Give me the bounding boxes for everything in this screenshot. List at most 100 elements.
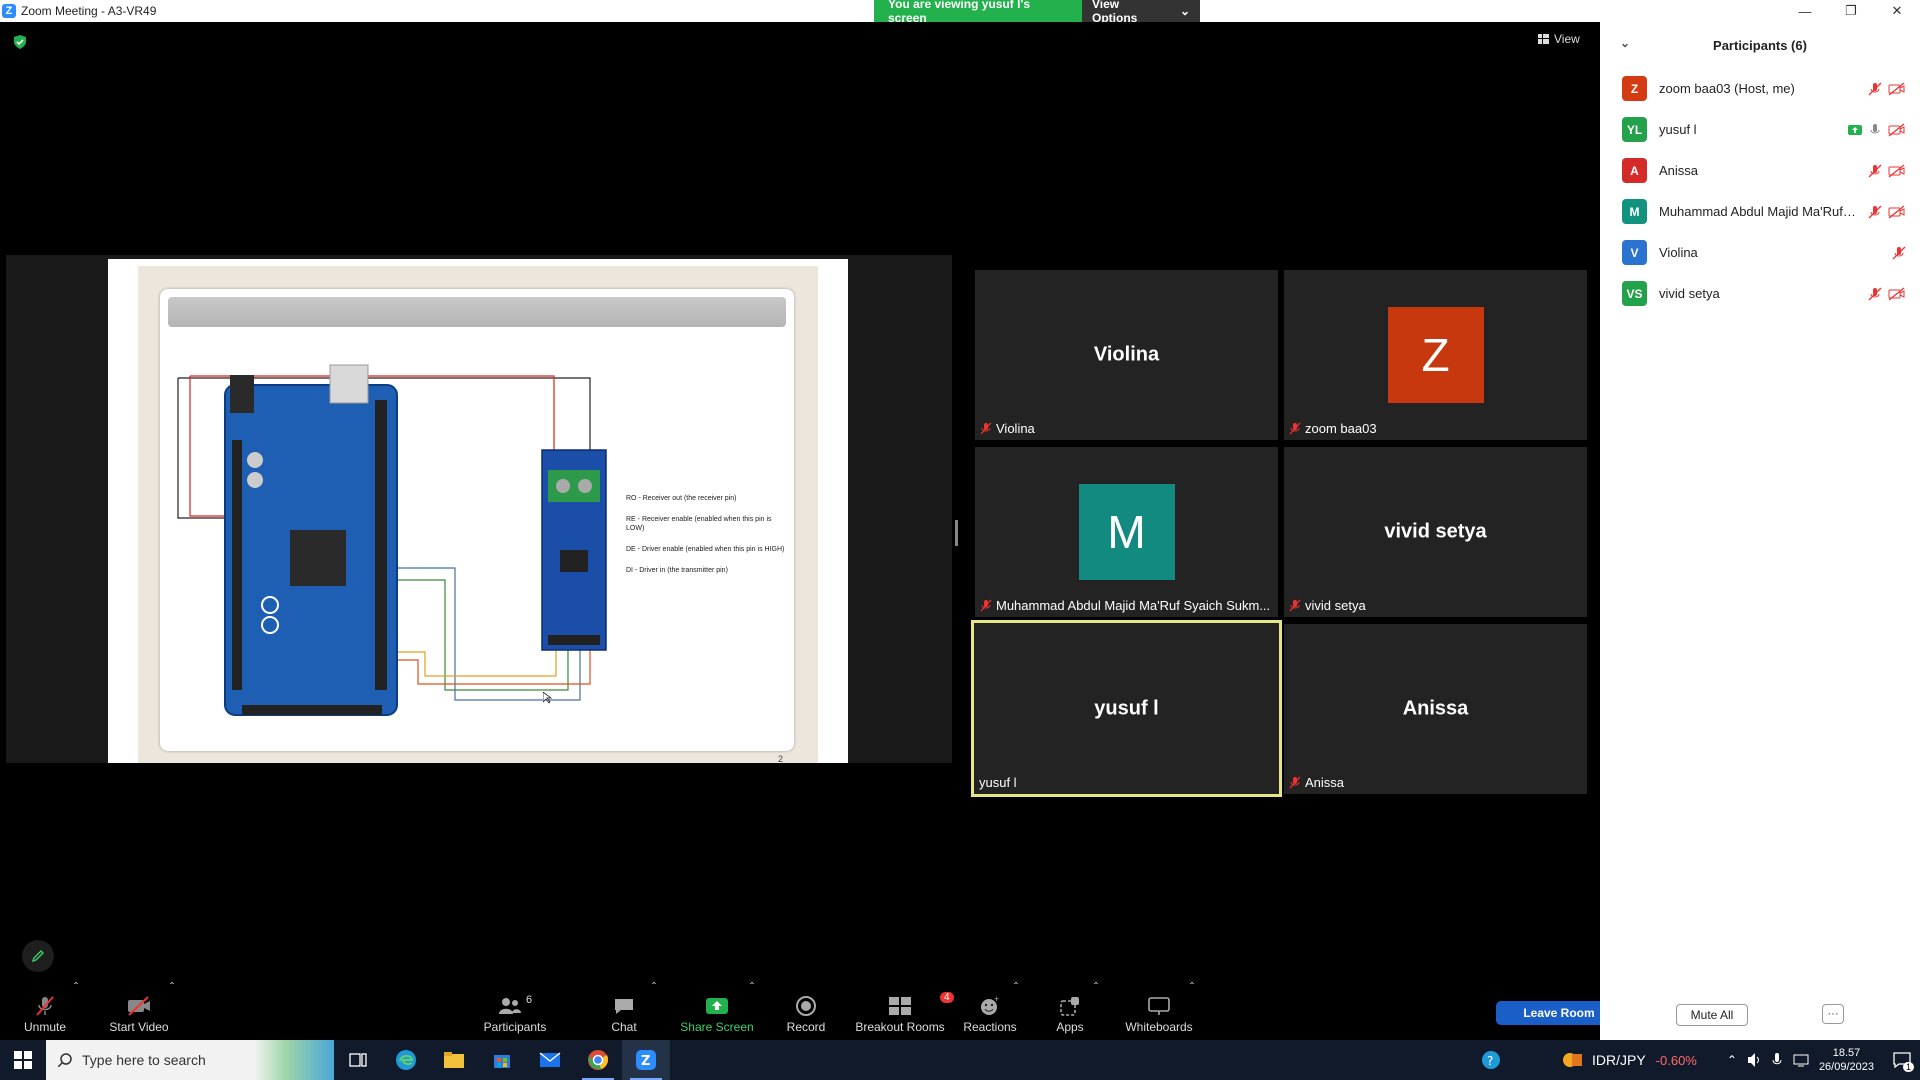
audio-options-caret[interactable]: ˆ [74, 980, 78, 1000]
avatar: M [1078, 484, 1175, 580]
record-button[interactable]: Record [784, 980, 828, 1040]
participant-name: vivid setya [1659, 286, 1720, 301]
more-options-button[interactable]: ··· [1822, 1004, 1844, 1024]
svg-text:+: + [994, 995, 999, 1004]
video-tile-zoom-baa03[interactable]: Z zoom baa03 [1284, 270, 1587, 440]
zoom-taskbar-icon[interactable]: Z [622, 1040, 670, 1080]
edge-browser-icon[interactable] [382, 1040, 430, 1080]
clock-date: 26/09/2023 [1818, 1061, 1874, 1073]
slide-header-bar [168, 297, 786, 327]
search-icon [58, 1053, 72, 1067]
video-tile-vivid-setya[interactable]: vivid setya vivid setya [1284, 447, 1587, 617]
video-options-caret[interactable]: ˆ [170, 980, 174, 1000]
mic-muted-icon [980, 422, 992, 435]
meeting-toolbar: Unmute ˆ Start Video ˆ 6 Participants Ch… [0, 980, 1600, 1040]
share-screen-label: Share Screen [680, 1020, 754, 1034]
restore-icon[interactable]: ❐ [1828, 0, 1874, 22]
chat-label: Chat [611, 1020, 637, 1034]
participant-row[interactable]: YL yusuf l [1600, 109, 1920, 150]
mic-muted-icon [980, 599, 992, 612]
whiteboards-options-caret[interactable]: ˆ [1190, 980, 1194, 1000]
apps-options-caret[interactable]: ˆ [1094, 980, 1098, 1000]
split-resize-handle[interactable] [955, 520, 958, 546]
windows-taskbar: Type here to search Z ? IDR/JPY -0.60% ⌃… [0, 1040, 1920, 1080]
video-off-icon [1888, 163, 1905, 178]
view-label: View [1554, 32, 1580, 46]
participant-name: zoom baa03 (Host, me) [1659, 81, 1795, 96]
breakout-badge: 4 [940, 992, 954, 1003]
ticker-change: -0.60% [1655, 1052, 1697, 1068]
mute-all-button[interactable]: Mute All [1676, 1004, 1748, 1026]
speaker-icon[interactable] [1747, 1052, 1761, 1068]
annotate-pencil-button[interactable] [22, 940, 54, 972]
minimize-icon[interactable]: — [1782, 0, 1828, 22]
tile-label: vivid setya [1289, 598, 1366, 613]
unmute-label: Unmute [23, 1020, 67, 1034]
reactions-button[interactable]: + Reactions [962, 980, 1018, 1040]
chevron-down-icon: ⌄ [1179, 4, 1190, 18]
screen-share-icon [1848, 124, 1862, 135]
clock[interactable]: 18.57 26/09/2023 [1819, 1046, 1874, 1074]
task-view-icon[interactable] [334, 1040, 382, 1080]
security-shield-icon[interactable] [12, 34, 28, 50]
viewing-banner: You are viewing yusuf l's screen View Op… [874, 0, 1200, 25]
share-screen-button[interactable]: Share Screen [680, 980, 754, 1040]
network-icon[interactable] [1793, 1053, 1809, 1067]
apps-label: Apps [1056, 1020, 1084, 1034]
tile-label: zoom baa03 [1289, 421, 1377, 436]
breakout-rooms-button[interactable]: 4 Breakout Rooms [852, 980, 954, 1040]
participant-row[interactable]: V Violina [1600, 232, 1920, 273]
avatar: VS [1622, 281, 1647, 306]
video-tile-anissa[interactable]: Anissa Anissa [1284, 624, 1587, 794]
reactions-label: Reactions [963, 1020, 1017, 1034]
mic-muted-icon [1289, 599, 1301, 612]
file-explorer-icon[interactable] [430, 1040, 478, 1080]
participants-count: 6 [525, 994, 533, 1006]
apps-button[interactable]: Apps [1050, 980, 1090, 1040]
window-title: Zoom Meeting - A3-VR49 [21, 4, 157, 18]
tile-display-name: Anissa [1402, 697, 1469, 720]
video-tile-violina[interactable]: Violina Violina [975, 270, 1278, 440]
svg-text:?: ? [1487, 1054, 1493, 1068]
video-tile-yusuf-l[interactable]: yusuf l yusuf l [971, 620, 1282, 797]
breakout-rooms-icon [889, 997, 911, 1015]
participant-row[interactable]: Z zoom baa03 (Host, me) [1600, 68, 1920, 109]
video-off-icon [1888, 204, 1905, 219]
participant-name: Violina [1659, 245, 1698, 260]
avatar: YL [1622, 117, 1647, 142]
taskbar-search[interactable]: Type here to search [46, 1040, 334, 1080]
chat-options-caret[interactable]: ˆ [652, 980, 656, 1000]
view-options-button[interactable]: View Options ⌄ [1082, 0, 1200, 25]
chrome-icon[interactable] [574, 1040, 622, 1080]
notification-center-button[interactable]: 1 [1884, 1040, 1920, 1080]
whiteboards-button[interactable]: Whiteboards [1122, 980, 1196, 1040]
participant-row[interactable]: M Muhammad Abdul Majid Ma'Ruf Syaich Suk… [1600, 191, 1920, 232]
ticker-pair[interactable]: IDR/JPY [1592, 1052, 1646, 1068]
participant-row[interactable]: A Anissa [1600, 150, 1920, 191]
help-icon[interactable]: ? [1480, 1049, 1502, 1071]
tile-label: Muhammad Abdul Majid Ma'Ruf Syaich Sukm.… [980, 598, 1270, 613]
microphone-tray-icon[interactable] [1771, 1052, 1783, 1068]
close-icon[interactable]: ✕ [1874, 0, 1920, 22]
reactions-options-caret[interactable]: ˆ [1014, 980, 1018, 1000]
video-off-icon [1888, 81, 1905, 96]
start-video-button[interactable]: Start Video [100, 980, 178, 1040]
record-icon [796, 996, 816, 1016]
view-layout-button[interactable]: View [1538, 32, 1580, 46]
start-button[interactable] [0, 1040, 46, 1080]
chat-button[interactable]: Chat [604, 980, 644, 1040]
collapse-chevron-icon[interactable]: ⌄ [1620, 36, 1630, 50]
share-options-caret[interactable]: ˆ [750, 980, 754, 1000]
avatar: A [1622, 158, 1647, 183]
tile-label: yusuf l [979, 775, 1017, 790]
mail-icon[interactable] [526, 1040, 574, 1080]
store-icon[interactable] [478, 1040, 526, 1080]
mic-muted-icon [1289, 776, 1301, 789]
participant-row[interactable]: VS vivid setya [1600, 273, 1920, 314]
whiteboards-label: Whiteboards [1125, 1020, 1193, 1034]
unmute-button[interactable]: Unmute [14, 980, 76, 1040]
tray-overflow-icon[interactable]: ⌃ [1727, 1053, 1737, 1067]
participants-button[interactable]: 6 Participants [480, 980, 550, 1040]
whiteboard-icon [1148, 997, 1170, 1015]
video-tile-muhammad[interactable]: M Muhammad Abdul Majid Ma'Ruf Syaich Suk… [975, 447, 1278, 617]
